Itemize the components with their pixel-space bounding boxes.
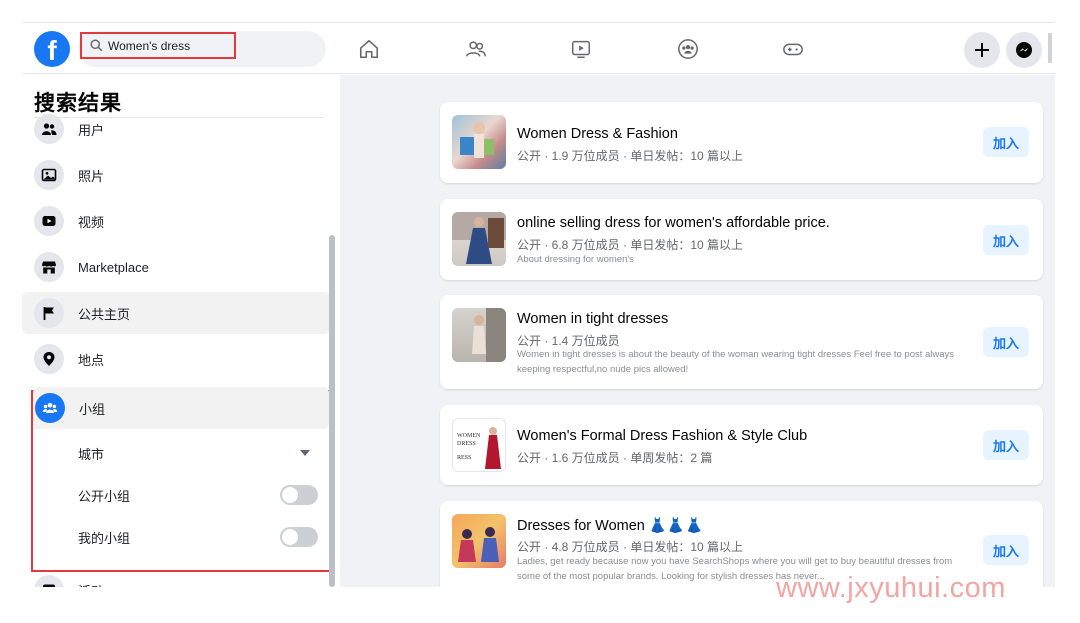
top-navigation-bar: f [22, 22, 1055, 74]
groups-nav-icon[interactable] [675, 37, 701, 61]
create-plus-button[interactable] [964, 32, 1000, 68]
group-description: Women in tight dresses is about the beau… [517, 349, 955, 375]
my-groups-label: 我的小组 [78, 530, 131, 546]
svg-text:DRESS: DRESS [457, 441, 476, 447]
city-filter-label: 城市 [78, 446, 105, 462]
group-thumbnail-image [452, 308, 506, 362]
svg-text:WOMEN: WOMEN [457, 433, 481, 439]
search-icon [90, 39, 103, 52]
sidebar-item-marketplace[interactable]: Marketplace [34, 246, 330, 288]
photo-icon [34, 160, 64, 190]
plus-icon [975, 43, 989, 57]
home-icon[interactable] [356, 37, 382, 61]
sidebar-item-people[interactable]: 用户 [34, 108, 330, 150]
search-results-sidebar: 搜索结果 用户 照片 视频 Marketplace 公共主页 地点 小组 城市 … [22, 75, 340, 587]
search-input[interactable] [108, 38, 228, 53]
group-title[interactable]: online selling dress for women's afforda… [517, 215, 830, 231]
caret-down-icon [300, 450, 310, 456]
sidebar-item-places[interactable]: 地点 [34, 338, 330, 380]
location-pin-icon [34, 344, 64, 374]
shop-icon [34, 252, 64, 282]
group-thumbnail-image [452, 115, 506, 169]
search-input-highlight[interactable] [80, 32, 236, 59]
sidebar-item-label: 照片 [78, 168, 105, 184]
public-groups-filter: 公开小组 [78, 480, 318, 510]
join-group-button[interactable]: 加入 [983, 225, 1029, 255]
group-title[interactable]: Women's Formal Dress Fashion & Style Clu… [517, 428, 807, 444]
sidebar-item-label: 公共主页 [78, 306, 131, 322]
sidebar-item-pages[interactable]: 公共主页 [22, 292, 330, 334]
group-meta: 公开 · 1.6 万位成员 · 单周发帖：2 篇 [517, 451, 713, 465]
public-groups-toggle[interactable] [280, 485, 318, 505]
my-groups-filter: 我的小组 [78, 522, 318, 552]
group-thumbnail-image [452, 514, 506, 568]
top-bar-cutoff-edge [1048, 33, 1052, 63]
video-icon [34, 206, 64, 236]
sidebar-item-label: 视频 [78, 214, 105, 230]
city-filter-dropdown[interactable]: 城市 [78, 438, 318, 468]
sidebar-item-events[interactable]: 活动 [34, 569, 330, 587]
join-group-button[interactable]: 加入 [983, 327, 1029, 357]
results-area: Women Dress & Fashion 公开 · 1.9 万位成员 · 单日… [340, 75, 1055, 587]
people-icon [34, 114, 64, 144]
join-group-button[interactable]: 加入 [983, 127, 1029, 157]
group-thumbnail-image [452, 212, 506, 266]
group-meta: 公开 · 1.9 万位成员 · 单日发帖：10 篇以上 [517, 149, 744, 163]
group-result-card[interactable]: online selling dress for women's afforda… [440, 199, 1043, 280]
sidebar-item-label: Marketplace [78, 259, 149, 275]
groups-icon [35, 393, 65, 423]
facebook-logo-icon[interactable]: f [34, 31, 70, 67]
sidebar-item-groups[interactable]: 小组 [33, 387, 329, 429]
sidebar-item-label: 活动 [78, 581, 104, 588]
group-title[interactable]: Women in tight dresses [517, 311, 668, 327]
group-meta: 公开 · 4.8 万位成员 · 单日发帖：10 篇以上 [517, 540, 744, 554]
calendar-icon [34, 575, 64, 587]
group-title[interactable]: Women Dress & Fashion [517, 126, 678, 142]
sidebar-item-label: 地点 [78, 352, 105, 368]
join-group-button[interactable]: 加入 [983, 535, 1029, 565]
sidebar-scrollbar[interactable] [329, 235, 335, 587]
my-groups-toggle[interactable] [280, 527, 318, 547]
flag-icon [34, 298, 64, 328]
sidebar-item-label: 用户 [78, 122, 105, 138]
watermark-text: www.jxyuhui.com [776, 572, 1006, 604]
messenger-icon [1016, 42, 1032, 58]
sidebar-item-label: 小组 [79, 401, 106, 417]
group-result-card[interactable]: Women in tight dresses 公开 · 1.4 万位成员 Wom… [440, 295, 1043, 389]
friends-icon[interactable] [463, 37, 489, 61]
group-result-card[interactable]: Women Dress & Fashion 公开 · 1.9 万位成员 · 单日… [440, 102, 1043, 183]
sidebar-item-videos[interactable]: 视频 [34, 200, 330, 242]
public-groups-label: 公开小组 [78, 488, 131, 504]
watch-video-icon[interactable] [568, 37, 594, 61]
group-title[interactable]: Dresses for Women 👗👗👗 [517, 517, 703, 534]
join-group-button[interactable]: 加入 [983, 430, 1029, 460]
group-thumbnail-image: WOMEN DRESS RESS [452, 418, 506, 472]
group-description: About dressing for women's [517, 254, 634, 265]
gaming-icon[interactable] [780, 37, 806, 61]
svg-text:RESS: RESS [457, 455, 471, 461]
messenger-button[interactable] [1006, 32, 1042, 68]
group-meta: 公开 · 6.8 万位成员 · 单日发帖：10 篇以上 [517, 238, 744, 252]
group-result-card[interactable]: WOMEN DRESS RESS Women's Formal Dress Fash… [440, 405, 1043, 485]
sidebar-item-photos[interactable]: 照片 [34, 154, 330, 196]
